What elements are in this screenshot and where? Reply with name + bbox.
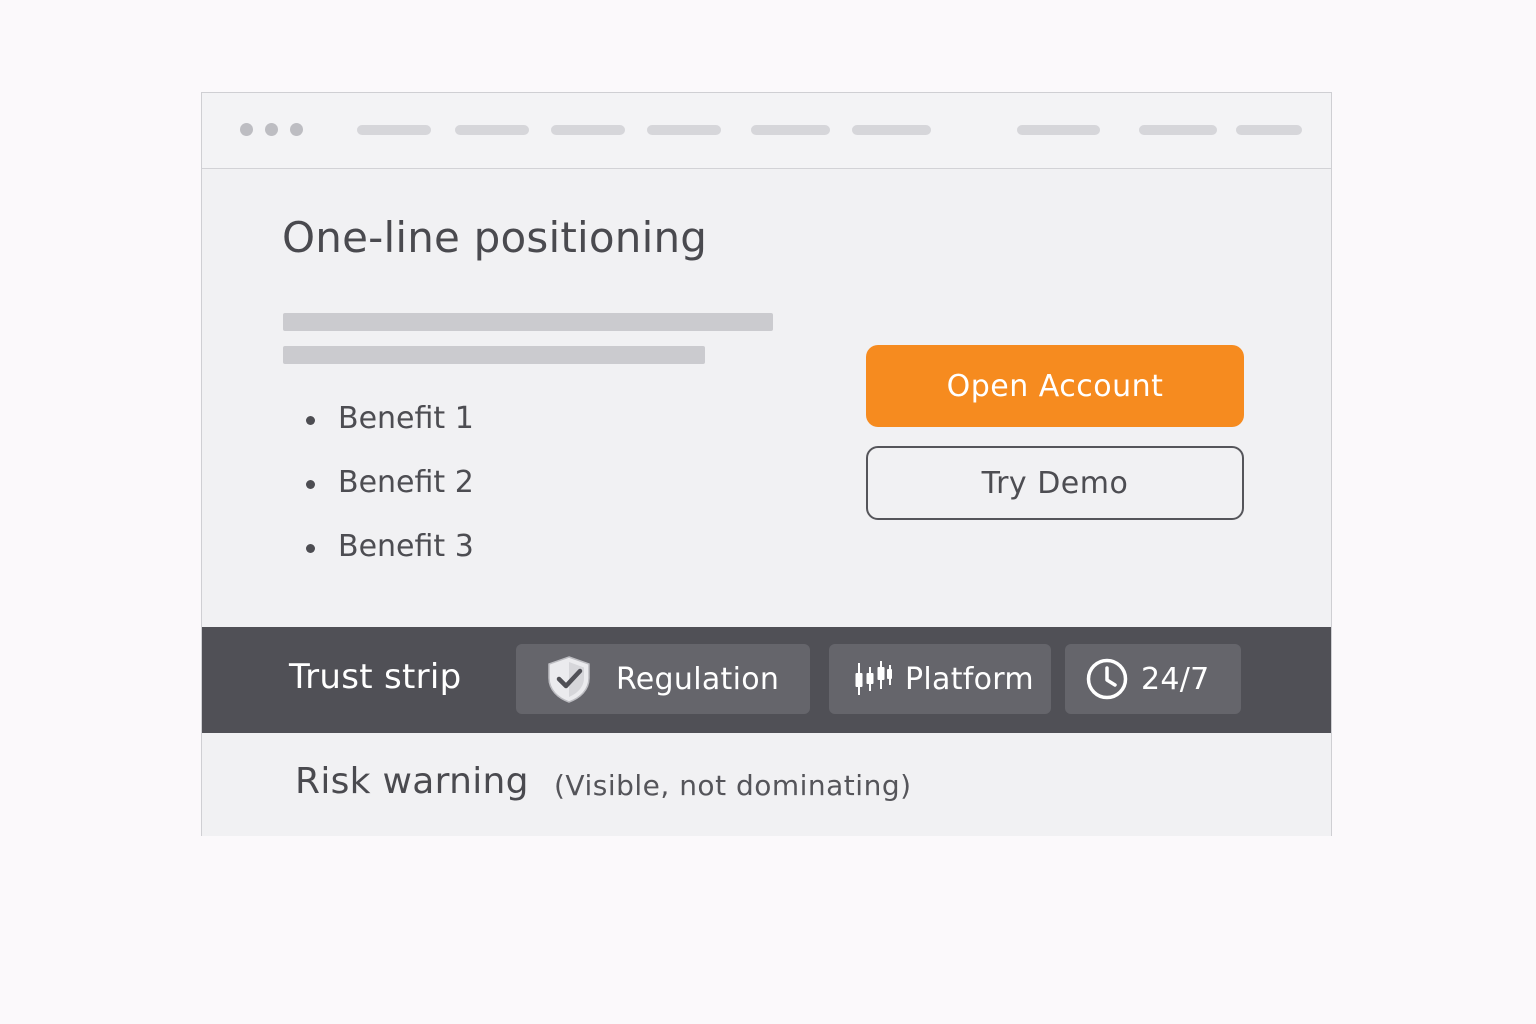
- text-placeholder-line: [283, 313, 773, 331]
- candlestick-icon: [853, 659, 893, 699]
- nav-placeholder[interactable]: [1236, 125, 1302, 135]
- trust-badge-regulation[interactable]: Regulation: [516, 644, 810, 714]
- try-demo-button[interactable]: Try Demo: [866, 446, 1244, 520]
- nav-placeholder[interactable]: [357, 125, 431, 135]
- window-control-dot[interactable]: [240, 123, 253, 136]
- benefit-item: Benefit 1: [302, 401, 474, 465]
- bullet-icon: [306, 480, 315, 489]
- benefit-label: Benefit 2: [338, 465, 474, 500]
- bullet-icon: [306, 544, 315, 553]
- shield-check-icon: [544, 654, 594, 704]
- trust-badge-platform[interactable]: Platform: [829, 644, 1051, 714]
- nav-placeholder[interactable]: [455, 125, 529, 135]
- trust-badge-label: Platform: [905, 661, 1034, 697]
- nav-placeholder[interactable]: [751, 125, 830, 135]
- benefits-list: Benefit 1 Benefit 2 Benefit 3: [302, 401, 474, 593]
- browser-window: One-line positioning Benefit 1 Benefit 2…: [201, 92, 1332, 836]
- trust-badge-label: 24/7: [1141, 661, 1210, 697]
- window-control-dot[interactable]: [265, 123, 278, 136]
- nav-placeholder[interactable]: [1139, 125, 1217, 135]
- trust-strip-label: Trust strip: [289, 657, 462, 697]
- nav-placeholder[interactable]: [1017, 125, 1100, 135]
- risk-warning-title: Risk warning: [295, 761, 529, 802]
- trust-strip: Trust strip Regulation Platform 24/7: [202, 627, 1331, 733]
- nav-placeholder[interactable]: [647, 125, 721, 135]
- page-headline: One-line positioning: [282, 213, 708, 262]
- trust-badge-support[interactable]: 24/7: [1065, 644, 1241, 714]
- nav-placeholder[interactable]: [852, 125, 931, 135]
- benefit-item: Benefit 3: [302, 529, 474, 593]
- nav-placeholder[interactable]: [551, 125, 625, 135]
- clock-icon: [1085, 657, 1129, 701]
- open-account-button[interactable]: Open Account: [866, 345, 1244, 427]
- benefit-item: Benefit 2: [302, 465, 474, 529]
- window-control-dot[interactable]: [290, 123, 303, 136]
- risk-warning-note: (Visible, not dominating): [554, 769, 912, 802]
- text-placeholder-line: [283, 346, 705, 364]
- trust-badge-label: Regulation: [616, 661, 780, 697]
- browser-top-bar: [202, 93, 1331, 169]
- benefit-label: Benefit 3: [338, 529, 474, 564]
- benefit-label: Benefit 1: [338, 401, 474, 436]
- bullet-icon: [306, 416, 315, 425]
